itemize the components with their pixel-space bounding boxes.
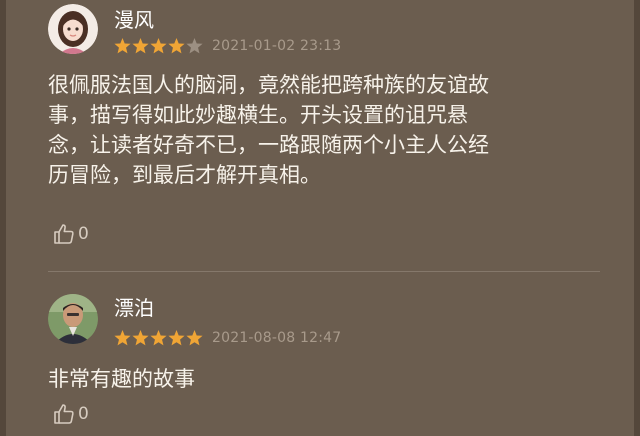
right-edge <box>634 0 640 436</box>
star-icon <box>186 330 203 346</box>
avatar-photo <box>48 294 98 344</box>
thumbs-up-icon <box>54 404 74 424</box>
avatar[interactable] <box>48 4 98 54</box>
rating-row: 2021-01-02 23:13 <box>114 36 341 56</box>
like-button[interactable]: 0 <box>52 402 89 426</box>
like-button[interactable]: 0 <box>52 222 89 246</box>
star-icon <box>150 38 167 54</box>
star-rating <box>114 38 204 54</box>
comment-divider <box>48 271 600 272</box>
avatar[interactable] <box>48 294 98 344</box>
username[interactable]: 漫风 <box>114 8 154 32</box>
comment-text-line: 非常有趣的故事 <box>48 367 195 391</box>
comment-text-line: 历冒险，到最后才解开真相。 <box>48 163 321 187</box>
left-edge <box>0 0 6 436</box>
star-icon <box>150 330 167 346</box>
avatar-illustration <box>48 4 98 54</box>
star-icon <box>168 330 185 346</box>
star-rating <box>114 330 204 346</box>
comment-text: 很佩服法国人的脑洞，竟然能把跨种族的友谊故 事，描写得如此妙趣横生。开头设置的诅… <box>48 70 600 190</box>
star-icon <box>132 38 149 54</box>
thumbs-up-icon <box>54 224 74 244</box>
timestamp: 2021-08-08 12:47 <box>212 330 342 346</box>
like-count: 0 <box>78 224 89 244</box>
comment-text-line: 念，让读者好奇不已，一路跟随两个小主人公经 <box>48 133 489 157</box>
star-icon <box>132 330 149 346</box>
star-icon <box>114 38 131 54</box>
username[interactable]: 漂泊 <box>114 296 154 320</box>
timestamp: 2021-01-02 23:13 <box>212 38 342 54</box>
like-count: 0 <box>78 404 89 424</box>
rating-row: 2021-08-08 12:47 <box>114 328 341 348</box>
comment-text-line: 事，描写得如此妙趣横生。开头设置的诅咒悬 <box>48 103 468 127</box>
comment-text-line: 很佩服法国人的脑洞，竟然能把跨种族的友谊故 <box>48 73 489 97</box>
star-empty-icon <box>186 38 203 54</box>
star-icon <box>168 38 185 54</box>
comment-text: 非常有趣的故事 <box>48 364 600 394</box>
star-icon <box>114 330 131 346</box>
